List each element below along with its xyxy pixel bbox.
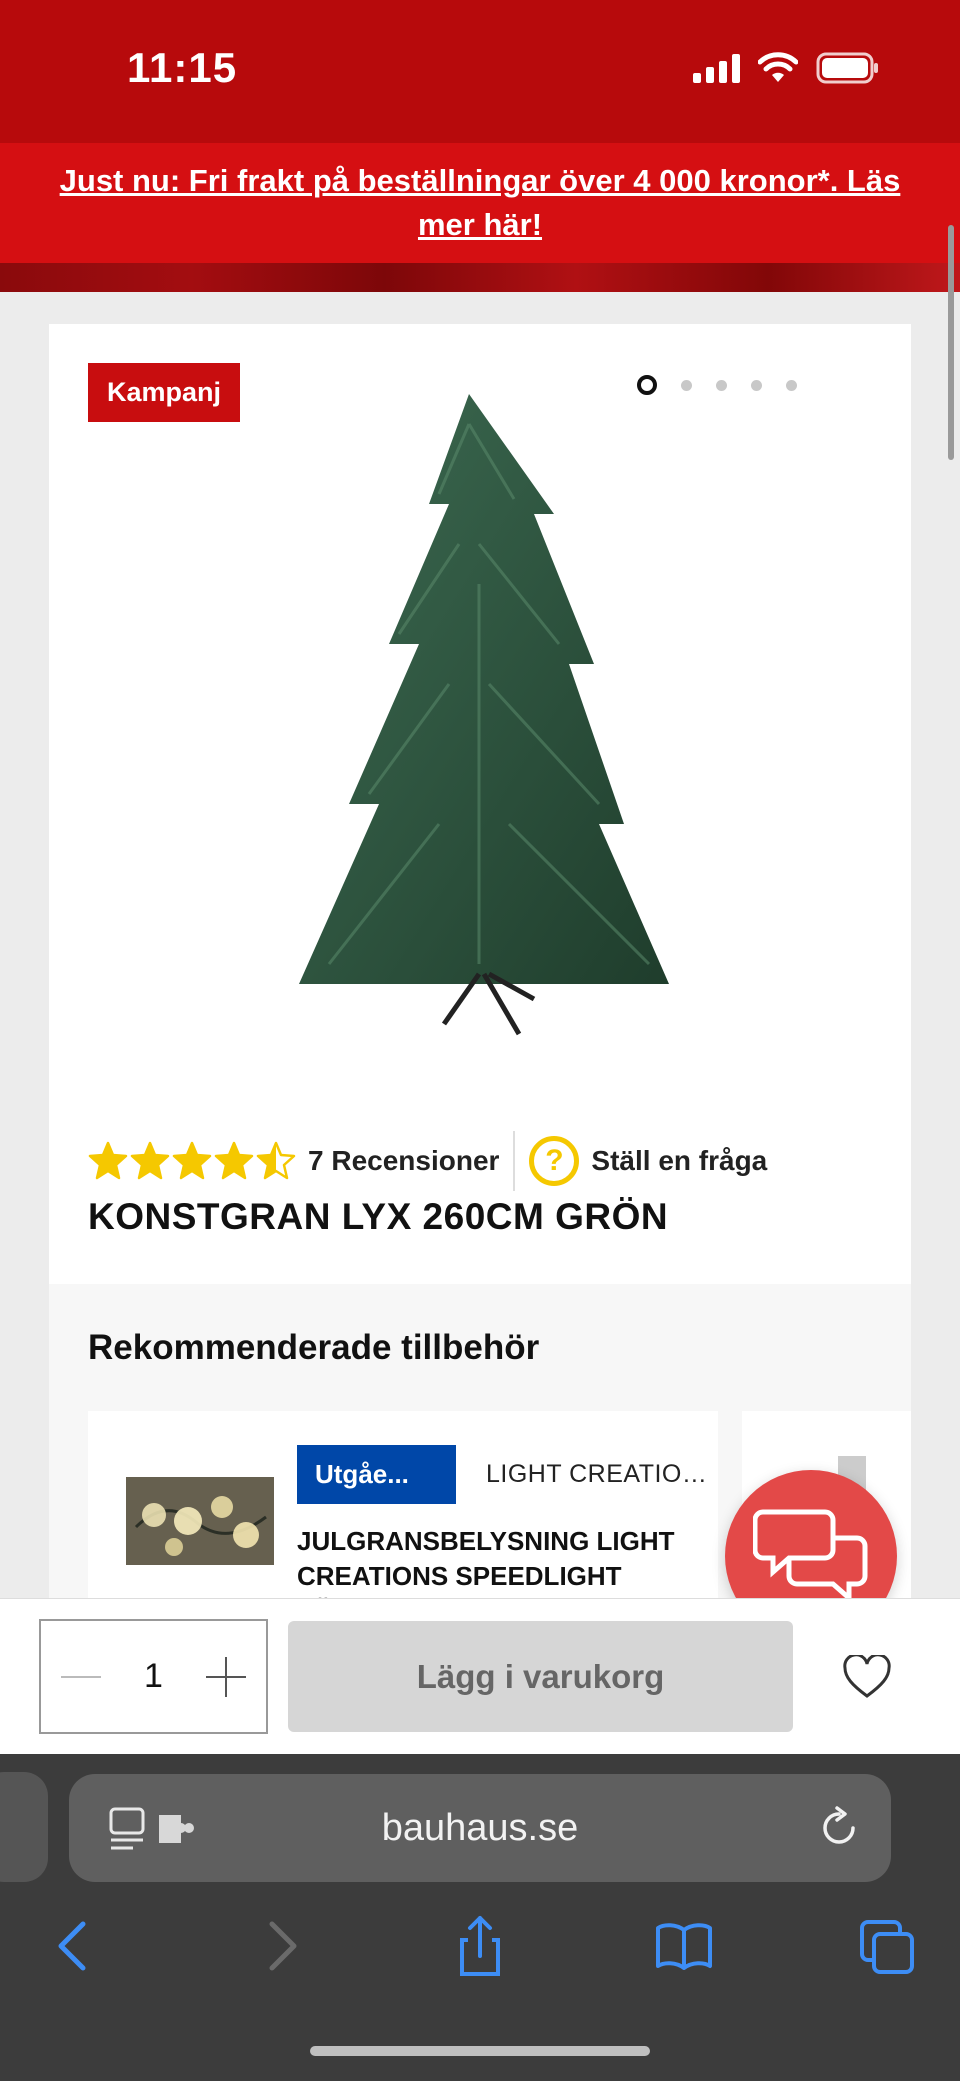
carousel-dot[interactable] xyxy=(716,379,727,391)
home-indicator[interactable] xyxy=(310,2046,650,2056)
promo-banner: Just nu: Fri frakt på beställningar över… xyxy=(0,143,960,263)
reload-icon[interactable] xyxy=(817,1806,861,1850)
signal-icon xyxy=(693,53,740,83)
add-to-cart-button[interactable]: Lägg i varukorg xyxy=(288,1621,793,1732)
ask-question-link[interactable]: Ställ en fråga xyxy=(591,1145,767,1177)
star-icon xyxy=(88,1141,128,1180)
star-icon xyxy=(214,1141,254,1180)
string-lights-icon xyxy=(126,1477,274,1565)
browser-toolbar: bauhaus.se xyxy=(0,1754,960,2081)
tabs-icon[interactable] xyxy=(858,1914,918,1978)
star-icon xyxy=(130,1141,170,1180)
status-bar: 11:15 xyxy=(0,0,960,143)
address-bar[interactable]: bauhaus.se xyxy=(69,1774,891,1882)
product-image[interactable] xyxy=(279,384,699,1044)
question-icon[interactable]: ? xyxy=(529,1136,580,1186)
share-icon[interactable] xyxy=(450,1914,510,1978)
back-icon[interactable] xyxy=(45,1914,105,1978)
product-card: Kampanj 7 Recensioner ? Ställ en fråga K… xyxy=(49,324,911,1284)
chat-icon xyxy=(753,1509,868,1604)
scroll-indicator[interactable] xyxy=(948,225,954,460)
url-text: bauhaus.se xyxy=(381,1807,579,1849)
star-icon xyxy=(256,1141,296,1180)
status-icons xyxy=(693,52,880,84)
promo-link[interactable]: Just nu: Fri frakt på beställningar över… xyxy=(40,159,920,247)
recommended-title: Rekommenderade tillbehör xyxy=(88,1328,540,1367)
item-name[interactable]: JULGRANSBELYSNING LIGHT CREATIONS SPEEDL… xyxy=(297,1524,697,1604)
rating-stars[interactable] xyxy=(88,1141,296,1181)
decrease-quantity-button[interactable] xyxy=(61,1657,101,1697)
campaign-badge: Kampanj xyxy=(88,363,240,422)
rating-row: 7 Recensioner ? Ställ en fråga xyxy=(88,1131,767,1191)
quantity-stepper: 1 xyxy=(39,1619,268,1734)
item-brand: LIGHT CREATIONS xyxy=(486,1460,708,1488)
carousel-dot[interactable] xyxy=(786,379,797,391)
product-title: KONSTGRAN LYX 260CM GRÖN xyxy=(88,1196,669,1237)
heart-icon[interactable] xyxy=(842,1655,892,1699)
battery-icon xyxy=(816,52,878,84)
festive-strip xyxy=(0,263,960,292)
add-to-cart-bar: 1 Lägg i varukorg xyxy=(0,1598,960,1754)
status-time: 11:15 xyxy=(127,44,238,91)
status-tag: Utgåe... xyxy=(297,1445,456,1504)
increase-quantity-button[interactable] xyxy=(205,1656,246,1697)
light-chain-image xyxy=(126,1477,274,1565)
star-icon xyxy=(172,1141,212,1180)
carousel-dot[interactable] xyxy=(751,379,762,391)
divider xyxy=(513,1131,516,1191)
christmas-tree-image xyxy=(299,394,669,1036)
previous-tab-edge[interactable] xyxy=(0,1772,48,1882)
forward-icon[interactable] xyxy=(250,1914,310,1978)
wifi-icon xyxy=(758,52,798,82)
recommended-item[interactable]: Utgåe... LIGHT CREATIONS JULGRANSBELYSNI… xyxy=(88,1411,718,1604)
quantity-value[interactable]: 1 xyxy=(144,1657,163,1696)
bookmarks-icon[interactable] xyxy=(654,1914,714,1978)
reviews-link[interactable]: 7 Recensioner xyxy=(308,1145,499,1177)
